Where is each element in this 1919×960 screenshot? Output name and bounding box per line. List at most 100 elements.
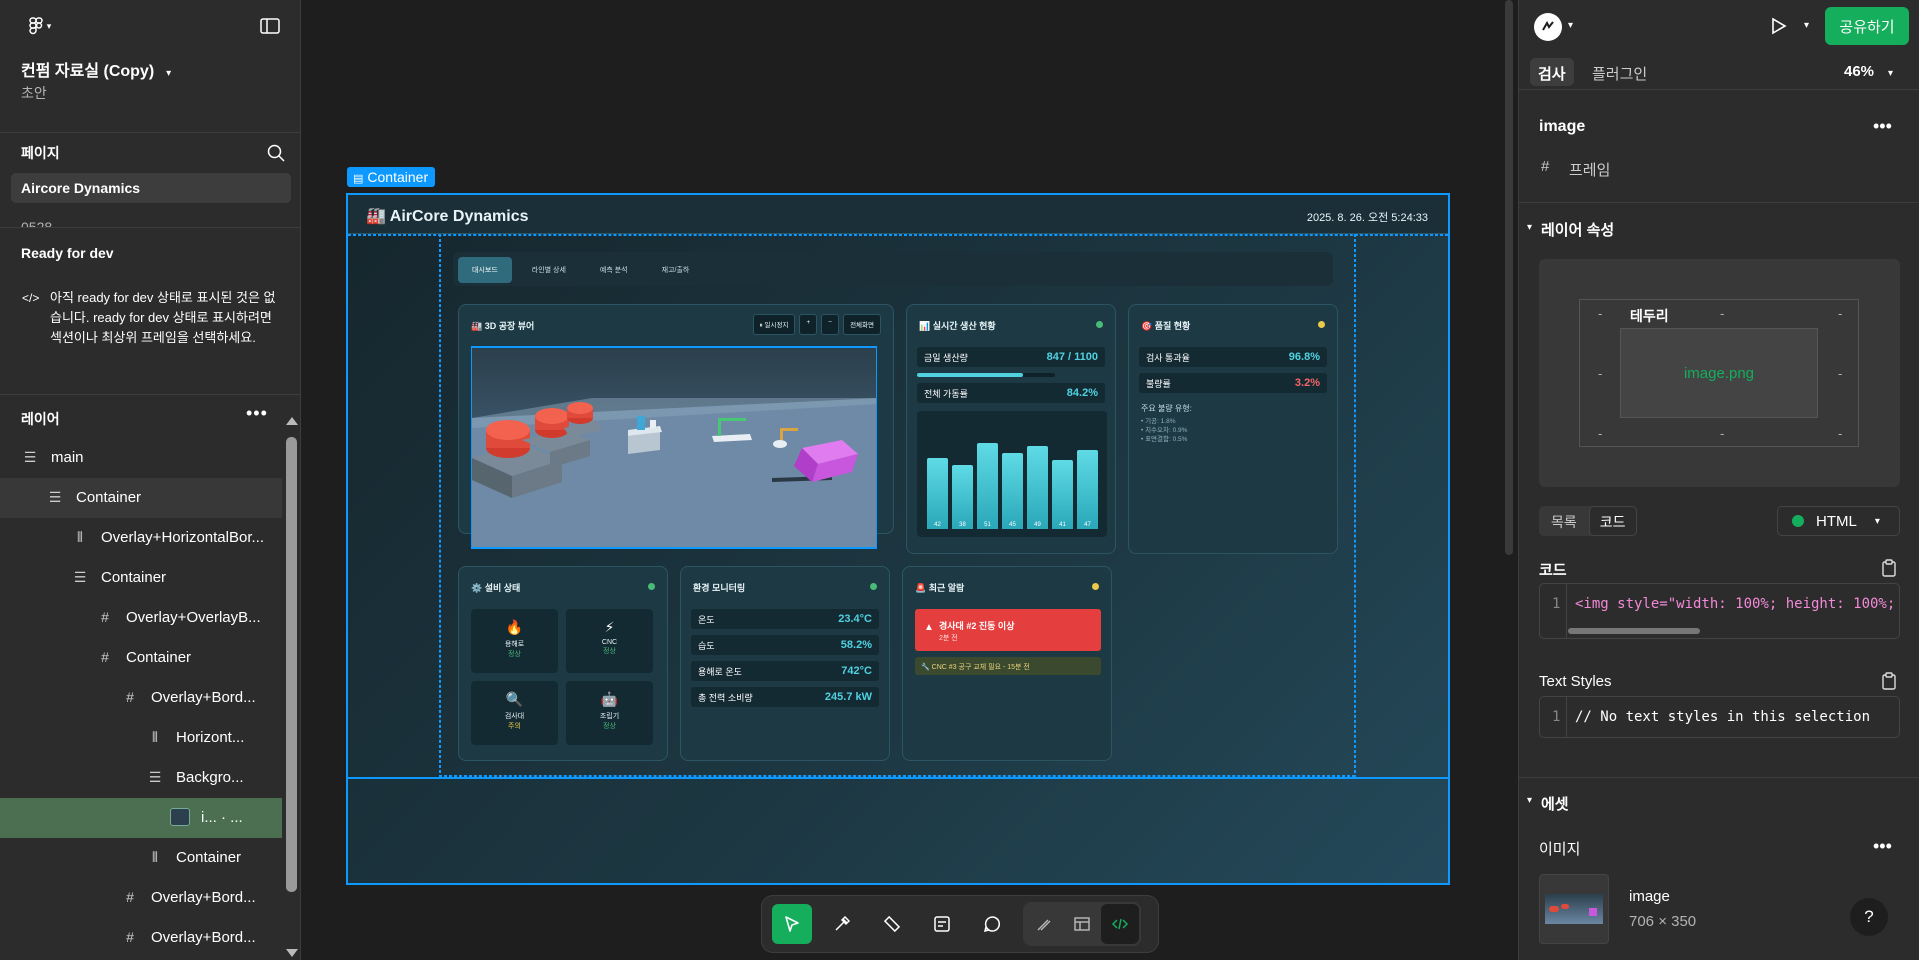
layer-row[interactable]: # Overlay+OverlayB... xyxy=(0,598,282,638)
text-styles-header: Text Styles xyxy=(1539,673,1612,690)
file-subtitle: 초안 xyxy=(21,85,47,101)
canvas-scrollbar[interactable] xyxy=(1505,0,1513,555)
image-icon xyxy=(170,808,190,826)
chevron-down-icon: ▾ xyxy=(166,68,172,79)
code-gutter xyxy=(1566,584,1567,638)
border-bottom-value: - xyxy=(1720,426,1725,441)
padding-guide xyxy=(1354,234,1356,778)
move-tool-icon[interactable] xyxy=(772,904,812,944)
right-header: ▾ ▾ 공유하기 검사 플러그인 46% ▾ xyxy=(1519,0,1919,90)
zoom-value: 46% xyxy=(1844,63,1875,80)
frame-icon: # xyxy=(126,689,134,705)
border-top-value: - xyxy=(1720,306,1725,321)
right-panel: ▾ ▾ 공유하기 검사 플러그인 46% ▾ image ••• # 프레임 ▾ … xyxy=(1518,0,1919,960)
sidebar-toggle-icon[interactable] xyxy=(258,16,282,36)
code-line-number: 1 xyxy=(1552,709,1561,725)
eyedropper-icon[interactable] xyxy=(822,904,862,944)
file-header: ▾ 컨펌 자료실 (Copy) ▾ 초안 xyxy=(0,0,300,133)
more-icon[interactable]: ••• xyxy=(1873,836,1892,857)
layers-section: 레이어 ••• ☰ main ☰ Container ⫴ Overlay+Horizont… xyxy=(0,395,300,959)
layout-header: 레이어 속성 xyxy=(1541,222,1615,239)
layer-row[interactable]: ☰ Container xyxy=(0,478,282,518)
frame-icon: # xyxy=(101,609,109,625)
scrollbar-thumb[interactable] xyxy=(286,437,297,892)
ruler-icon[interactable] xyxy=(872,904,912,944)
html-language-icon xyxy=(1792,515,1804,527)
layer-label: i... · ... xyxy=(201,809,243,826)
layer-row[interactable]: ☰ Container xyxy=(0,558,282,598)
dev-mode-icon[interactable] xyxy=(1101,904,1139,944)
chevron-down-icon[interactable]: ▾ xyxy=(1527,222,1532,233)
more-icon[interactable]: ••• xyxy=(246,403,268,424)
asset-name: image xyxy=(1629,888,1670,905)
annotation-icon[interactable] xyxy=(922,904,962,944)
bottom-toolbar xyxy=(761,895,1159,953)
layer-label: Overlay+Bord... xyxy=(151,689,256,706)
dev-mode-logo-icon[interactable] xyxy=(1534,13,1562,41)
tab-list-view[interactable]: 목록 xyxy=(1539,506,1589,536)
chevron-down-icon[interactable]: ▾ xyxy=(1568,20,1573,31)
help-button[interactable]: ? xyxy=(1850,898,1888,936)
code-line-number: 1 xyxy=(1552,596,1561,612)
comment-icon[interactable] xyxy=(972,904,1012,944)
copy-icon[interactable] xyxy=(1881,672,1897,693)
layer-row[interactable]: # Overlay+Bord... xyxy=(0,918,282,958)
chevron-down-icon[interactable]: ▾ xyxy=(1527,795,1532,806)
autolayout-h-icon: ⫴ xyxy=(152,849,158,865)
border-bottom-left-value: - xyxy=(1598,426,1603,441)
selection-name: image xyxy=(1539,118,1586,135)
border-box: 테두리 - - - - - - - - image.png xyxy=(1579,299,1859,447)
padding-guide xyxy=(439,775,1355,777)
layer-row[interactable]: ⫴ Container xyxy=(0,838,282,878)
asset-thumbnail[interactable] xyxy=(1539,874,1609,944)
layer-row[interactable]: ⫴ Overlay+HorizontalBor... xyxy=(0,518,282,558)
layer-row[interactable]: # Container xyxy=(0,638,282,678)
thumbnail-detail xyxy=(1561,904,1569,909)
layer-label: Overlay+Bord... xyxy=(151,929,256,946)
page-item-active[interactable]: Aircore Dynamics xyxy=(11,173,291,203)
layer-row[interactable]: ⫴ Horizont... xyxy=(0,718,282,758)
code-gutter xyxy=(1566,697,1567,737)
copy-icon[interactable] xyxy=(1881,559,1897,580)
tab-inspect[interactable]: 검사 xyxy=(1530,58,1574,86)
border-left-value: - xyxy=(1598,366,1603,381)
layer-row[interactable]: # Overlay+Bord... xyxy=(0,678,282,718)
border-top-right-value: - xyxy=(1838,306,1843,321)
search-icon[interactable] xyxy=(266,143,286,163)
chevron-down-icon: ▾ xyxy=(1888,68,1894,79)
thumbnail-detail xyxy=(1549,906,1559,912)
tab-plugins[interactable]: 플러그인 xyxy=(1592,63,1647,84)
layer-row[interactable]: i... · ... xyxy=(0,798,282,838)
selection-type: 프레임 xyxy=(1569,162,1611,179)
layer-row[interactable]: ☰ Backgro... xyxy=(0,758,282,798)
layer-row[interactable]: # Overlay+Bord... xyxy=(0,878,282,918)
zoom-level[interactable]: 46% ▾ xyxy=(1844,63,1893,80)
border-bottom-right-value: - xyxy=(1838,426,1843,441)
draw-tool-icon[interactable] xyxy=(1025,904,1063,944)
play-icon[interactable] xyxy=(1768,16,1788,39)
scroll-up-icon[interactable] xyxy=(286,417,298,425)
ready-section: Ready for dev </> 아직 ready for dev 상태로 표… xyxy=(0,228,300,395)
file-title[interactable]: 컨펌 자료실 (Copy) ▾ xyxy=(21,57,171,81)
language-select[interactable]: HTML ▾ xyxy=(1777,506,1900,536)
layer-row[interactable]: ☰ main xyxy=(0,438,282,478)
code-box[interactable]: 1 <img style="width: 100%; height: 100%; xyxy=(1539,583,1900,639)
design-mode-icon[interactable] xyxy=(1063,904,1101,944)
image-thumbnail-icon xyxy=(1545,894,1603,924)
scroll-down-icon[interactable] xyxy=(286,949,298,957)
canvas[interactable]: ▤ Container 🏭 AirCore Dynamics 2025. 8. 2… xyxy=(301,0,1518,960)
box-model: 테두리 - - - - - - - - image.png xyxy=(1539,259,1900,487)
text-styles-box[interactable]: 1 // No text styles in this selection xyxy=(1539,696,1900,738)
fill-label: image.png xyxy=(1683,364,1755,382)
page-item[interactable]: 0528 xyxy=(21,219,52,227)
ready-message: 아직 ready for dev 상태로 표시된 것은 없습니다. ready … xyxy=(50,290,276,345)
selection-info: image ••• # 프레임 xyxy=(1519,90,1919,203)
code-scrollbar[interactable] xyxy=(1568,628,1700,634)
figma-menu-icon[interactable]: ▾ xyxy=(20,14,60,38)
chevron-down-icon[interactable]: ▾ xyxy=(1804,20,1809,31)
layers-scrollbar[interactable] xyxy=(286,417,298,957)
layer-label: Container xyxy=(76,489,142,506)
tab-code-view[interactable]: 코드 xyxy=(1588,506,1637,536)
more-icon[interactable]: ••• xyxy=(1873,116,1892,137)
share-button[interactable]: 공유하기 xyxy=(1825,7,1909,45)
